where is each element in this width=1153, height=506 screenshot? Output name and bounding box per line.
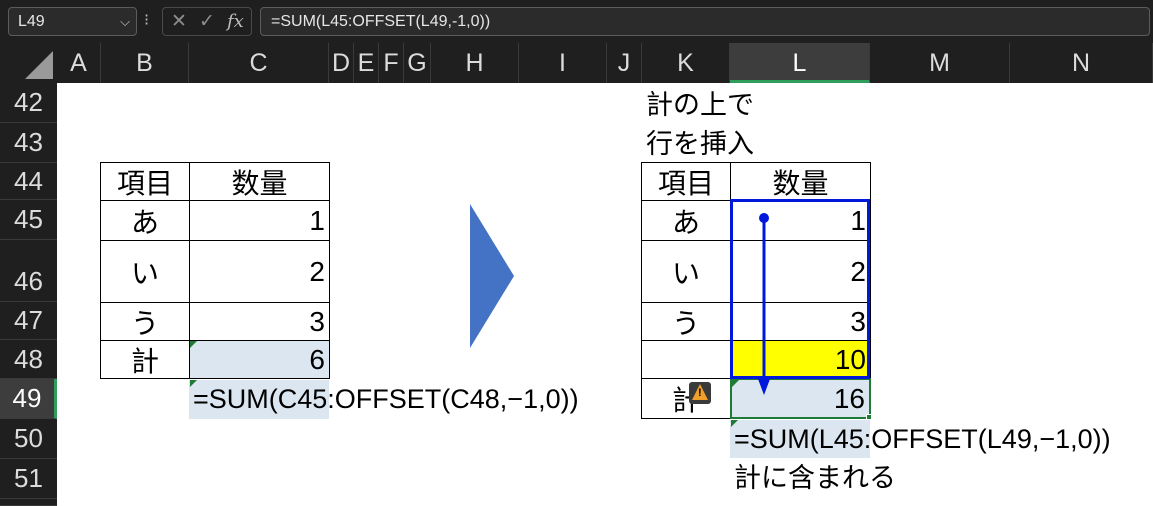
row-header-48[interactable]: 48 (0, 340, 57, 379)
col-header-b[interactable]: B (101, 43, 189, 83)
col-header-e[interactable]: E (354, 43, 379, 83)
enter-icon[interactable]: ✓ (199, 8, 215, 35)
left-qty-u[interactable]: 3 (189, 302, 330, 341)
right-header-qty[interactable]: 数量 (730, 162, 871, 201)
right-note-line2: 行を挿入 (646, 129, 754, 159)
right-header-item[interactable]: 項目 (641, 162, 731, 201)
row-header-44[interactable]: 44 (0, 163, 57, 200)
cancel-icon[interactable]: ✕ (171, 8, 187, 35)
insert-function-icon[interactable]: fx (227, 8, 244, 35)
select-all-corner[interactable] (0, 43, 57, 83)
col-header-g[interactable]: G (404, 43, 431, 83)
row-header-46[interactable]: 46 (0, 240, 57, 302)
col-header-h[interactable]: H (431, 43, 519, 83)
col-header-j[interactable]: J (607, 43, 642, 83)
left-item-u[interactable]: う (100, 302, 190, 341)
col-header-f[interactable]: F (379, 43, 404, 83)
right-total-label[interactable]: 計 (641, 378, 731, 419)
right-result-note: 計に含まれる (734, 463, 896, 493)
right-item-a[interactable]: あ (641, 200, 731, 241)
left-header-qty[interactable]: 数量 (189, 162, 330, 201)
row-header-42[interactable]: 42 (0, 83, 57, 123)
left-total-value[interactable]: 6 (189, 340, 330, 379)
right-item-u[interactable]: う (641, 302, 731, 341)
right-note-line1: 計の上で (646, 90, 754, 120)
transition-arrow-icon (470, 204, 514, 348)
row-header-49[interactable]: 49 (0, 379, 57, 419)
col-header-c[interactable]: C (189, 43, 329, 83)
col-header-d[interactable]: D (329, 43, 354, 83)
chevron-down-icon[interactable]: ⌵ (120, 8, 130, 35)
error-indicator-icon (732, 380, 739, 387)
row-header-45[interactable]: 45 (0, 200, 57, 240)
row-header-43[interactable]: 43 (0, 123, 57, 163)
col-header-l[interactable]: L (730, 43, 870, 83)
formula-buttons: ✕ ✓ fx (162, 7, 252, 36)
range-arrow-icon (758, 213, 770, 395)
name-box-value: L49 (18, 13, 45, 30)
left-total-label[interactable]: 計 (100, 340, 190, 379)
row-header-47[interactable]: 47 (0, 302, 57, 340)
col-header-k[interactable]: K (642, 43, 730, 83)
left-formula-note: =SUM(C45:OFFSET(C48,−1,0)) (193, 384, 579, 414)
left-qty-i[interactable]: 2 (189, 240, 330, 303)
left-qty-a[interactable]: 1 (189, 200, 330, 241)
right-item-i[interactable]: い (641, 240, 731, 303)
formula-bar: L49 ⌵ ⁝ ✕ ✓ fx =SUM(L45:OFFSET(L49,-1,0)… (0, 0, 1153, 43)
warning-icon[interactable]: ! (689, 382, 711, 404)
row-header-52[interactable] (0, 499, 57, 506)
right-formula-note: =SUM(L45:OFFSET(L49,−1,0)) (734, 424, 1111, 454)
formula-input[interactable]: =SUM(L45:OFFSET(L49,-1,0)) (260, 7, 1150, 36)
col-header-m[interactable]: M (870, 43, 1010, 83)
left-header-item[interactable]: 項目 (100, 162, 190, 201)
left-item-a[interactable]: あ (100, 200, 190, 241)
col-header-i[interactable]: I (519, 43, 607, 83)
row-header-51[interactable]: 51 (0, 459, 57, 499)
col-header-a[interactable]: A (57, 43, 101, 83)
right-item-inserted[interactable] (641, 340, 731, 379)
more-options-icon[interactable]: ⁝ (144, 9, 149, 33)
error-indicator-icon (190, 341, 197, 348)
left-item-i[interactable]: い (100, 240, 190, 303)
row-header-50[interactable]: 50 (0, 419, 57, 459)
name-box[interactable]: L49 ⌵ (8, 7, 137, 36)
col-header-n[interactable]: N (1010, 43, 1153, 83)
